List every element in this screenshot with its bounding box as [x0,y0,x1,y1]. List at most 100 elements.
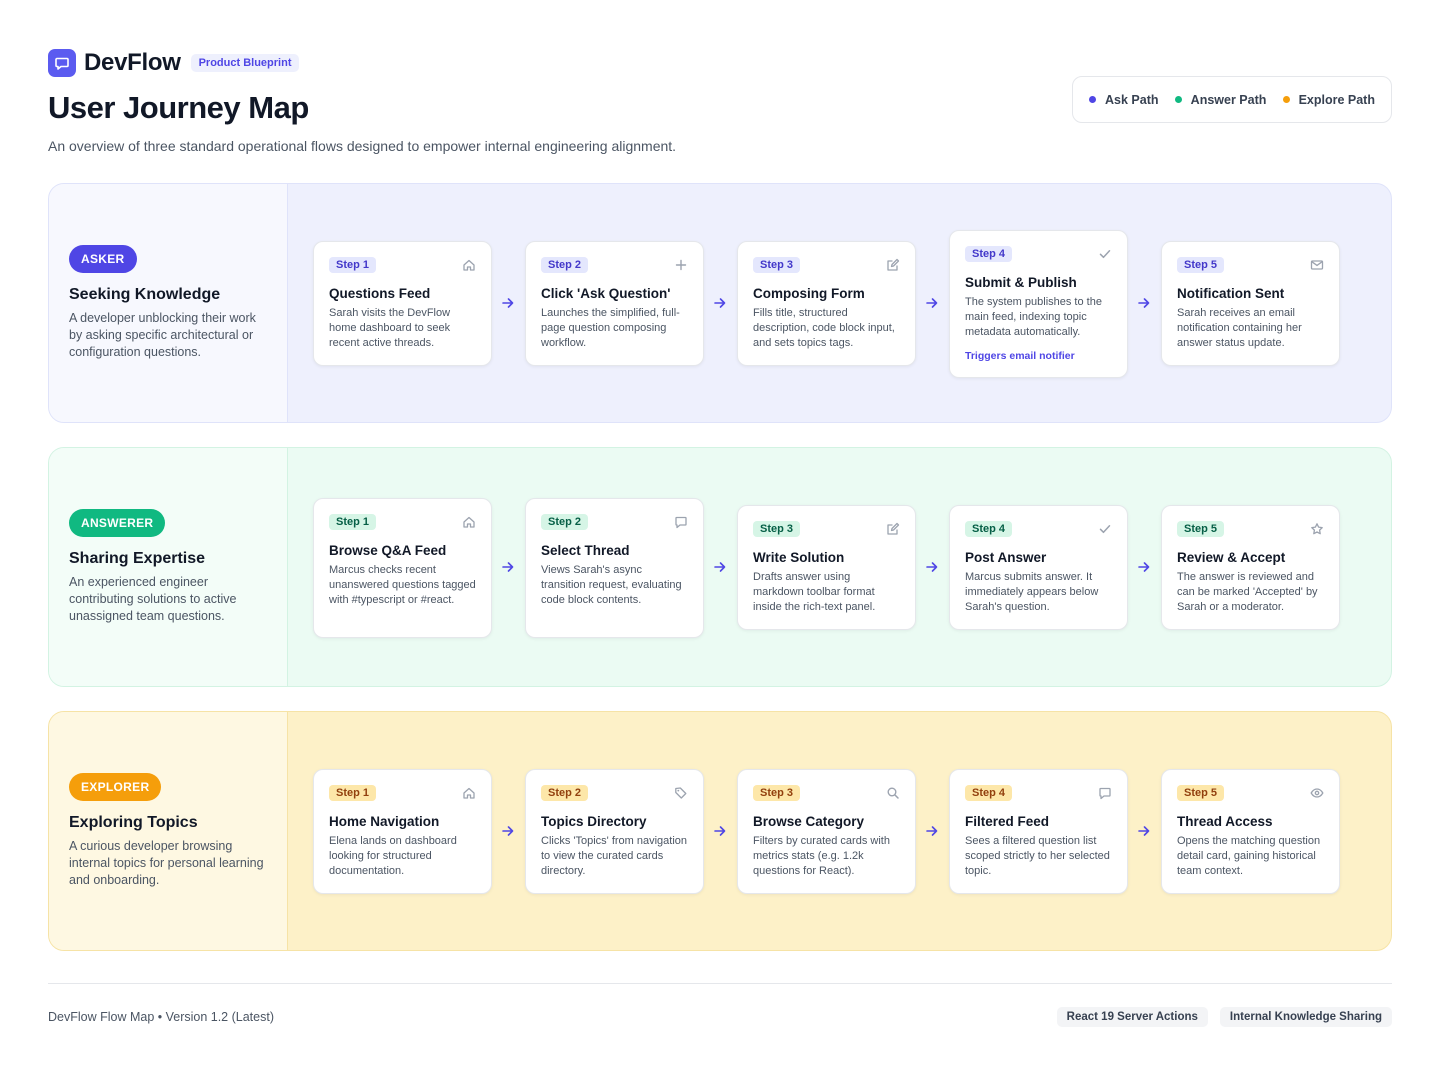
step-description: Opens the matching question detail card,… [1177,835,1321,877]
step-card-header: Step 4 [965,784,1112,802]
step-card[interactable]: Step 2 Click 'Ask Question' Launches the s… [525,241,704,366]
step-title: Composing Form [753,286,865,301]
step-title: Questions Feed [329,286,431,301]
arrow-right-icon [501,824,515,838]
step-description: Elena lands on dashboard looking for str… [329,835,457,877]
step-card[interactable]: Step 3 Composing Form Fills title, structu… [737,241,916,366]
persona-title: Exploring Topics [69,814,198,831]
persona-description: A curious developer browsing internal to… [69,839,264,887]
home-icon [462,515,476,529]
arrow-right-icon [1137,560,1151,574]
step-description: The system publishes to the main feed, i… [965,296,1102,338]
edit-icon [886,258,900,272]
step-card[interactable]: Step 2 Select Thread Views Sarah's async t… [525,498,704,638]
step-title: Filtered Feed [965,814,1050,829]
footer-tag: React 19 Server Actions [1056,1007,1208,1027]
step-card-header: Step 3 [753,256,900,274]
step-badge: Step 4 [965,521,1013,537]
lane-persona: ASKER Seeking Knowledge A developer unbloc… [49,184,288,422]
step-card-header: Step 5 [1177,784,1324,802]
step-card[interactable]: Step 5 Review & Accept The answer is revie… [1161,505,1340,630]
step-title: Write Solution [753,550,845,565]
step-description: Drafts answer using markdown toolbar for… [753,571,876,613]
step-card[interactable]: Step 5 Thread Access Opens the matching qu… [1161,769,1340,894]
check-icon [1098,522,1112,536]
step-title: Select Thread [541,543,630,558]
step-card[interactable]: Step 4 Post Answer Marcus submits answer. … [949,505,1128,630]
step-title: Browse Category [753,814,865,829]
step-card[interactable]: Step 3 Browse Category Filters by curated … [737,769,916,894]
star-icon [1310,522,1324,536]
step-card-header: Step 5 [1177,256,1324,274]
footer-version: DevFlow Flow Map • Version 1.2 (Latest) [48,1010,274,1024]
step-title: Submit & Publish [965,275,1077,290]
step-card[interactable]: Step 1 Browse Q&A Feed Marcus checks recen… [313,498,492,638]
legend-dot [1282,96,1290,103]
step-title: Thread Access [1177,814,1273,829]
footer-divider [48,983,1392,984]
lane-persona: ANSWERER Sharing Expertise An experienced … [49,448,288,686]
legend-label: Answer Path [1190,92,1267,107]
step-card-header: Step 1 [329,256,476,274]
step-card[interactable]: Step 1 Questions Feed Sarah visits the Dev… [313,241,492,366]
brand-badge: Product Blueprint [190,54,300,72]
home-icon [462,258,476,272]
lane-explorer: EXPLORER Exploring Topics A curious develo… [48,711,1392,951]
lane-flow: Step 1 Home Navigation Elena lands on dash… [288,712,1391,950]
footer-tags: React 19 Server Actions Internal Knowled… [1056,1007,1392,1027]
step-card[interactable]: Step 5 Notification Sent Sarah receives an… [1161,241,1340,366]
brand: DevFlow Product Blueprint [48,48,1392,78]
step-title: Click 'Ask Question' [541,286,671,301]
step-card[interactable]: Step 3 Write Solution Drafts answer using … [737,505,916,630]
legend-label: Ask Path [1105,92,1159,107]
step-description: Sarah receives an email notification con… [1177,307,1302,349]
persona-badge: EXPLORER [69,773,162,801]
step-badge: Step 1 [329,257,377,273]
step-card-header: Step 2 [541,256,688,274]
step-badge: Step 4 [965,246,1013,262]
step-card-header: Step 4 [965,245,1112,263]
step-card[interactable]: Step 2 Topics Directory Clicks 'Topics' fr… [525,769,704,894]
step-title: Browse Q&A Feed [329,543,447,558]
arrow-right-icon [925,296,939,310]
step-description: Filters by curated cards with metrics st… [753,835,890,877]
step-card[interactable]: Step 1 Home Navigation Elena lands on dash… [313,769,492,894]
lane-persona: EXPLORER Exploring Topics A curious develo… [49,712,288,950]
step-card[interactable]: Step 4 Filtered Feed Sees a filtered quest… [949,769,1128,894]
persona-title: Seeking Knowledge [69,286,221,303]
step-card-header: Step 2 [541,784,688,802]
step-card-header: Step 3 [753,520,900,538]
step-description: Sarah visits the DevFlow home dashboard … [329,307,451,349]
step-description: Launches the simplified, full-page quest… [541,307,680,349]
persona-badge: ANSWERER [69,509,166,537]
legend-item-ask: Ask Path [1089,93,1159,107]
legend-label: Explore Path [1298,92,1375,107]
step-badge: Step 2 [541,257,589,273]
lane-answerer: ANSWERER Sharing Expertise An experienced … [48,447,1392,687]
persona-description: An experienced engineer contributing sol… [69,575,237,623]
step-badge: Step 3 [753,257,801,273]
step-card-header: Step 2 [541,513,688,531]
step-card-header: Step 1 [329,513,476,531]
brand-name: DevFlow [84,49,181,76]
eye-icon [1310,786,1324,800]
step-description: The answer is reviewed and can be marked… [1177,571,1318,613]
arrow-right-icon [713,560,727,574]
chat-icon [1098,786,1112,800]
arrow-right-icon [713,824,727,838]
page-subtitle: An overview of three standard operationa… [48,138,677,154]
legend: Ask Path Answer Path Explore Path [1072,76,1392,123]
step-title: Notification Sent [1177,286,1285,301]
persona-description: A developer unblocking their work by ask… [69,311,256,359]
step-note-link[interactable]: Triggers email notifier [965,350,1112,362]
step-title: Topics Directory [541,814,647,829]
lane-flow: Step 1 Browse Q&A Feed Marcus checks recen… [288,448,1391,686]
step-description: Fills title, structured description, cod… [753,307,895,349]
step-card[interactable]: Step 4 Submit & Publish The system publish… [949,230,1128,378]
step-title: Review & Accept [1177,550,1286,565]
step-title: Post Answer [965,550,1047,565]
arrow-right-icon [1137,824,1151,838]
step-badge: Step 3 [753,521,801,537]
home-icon [462,786,476,800]
step-description: Sees a filtered question list scoped str… [965,835,1110,877]
